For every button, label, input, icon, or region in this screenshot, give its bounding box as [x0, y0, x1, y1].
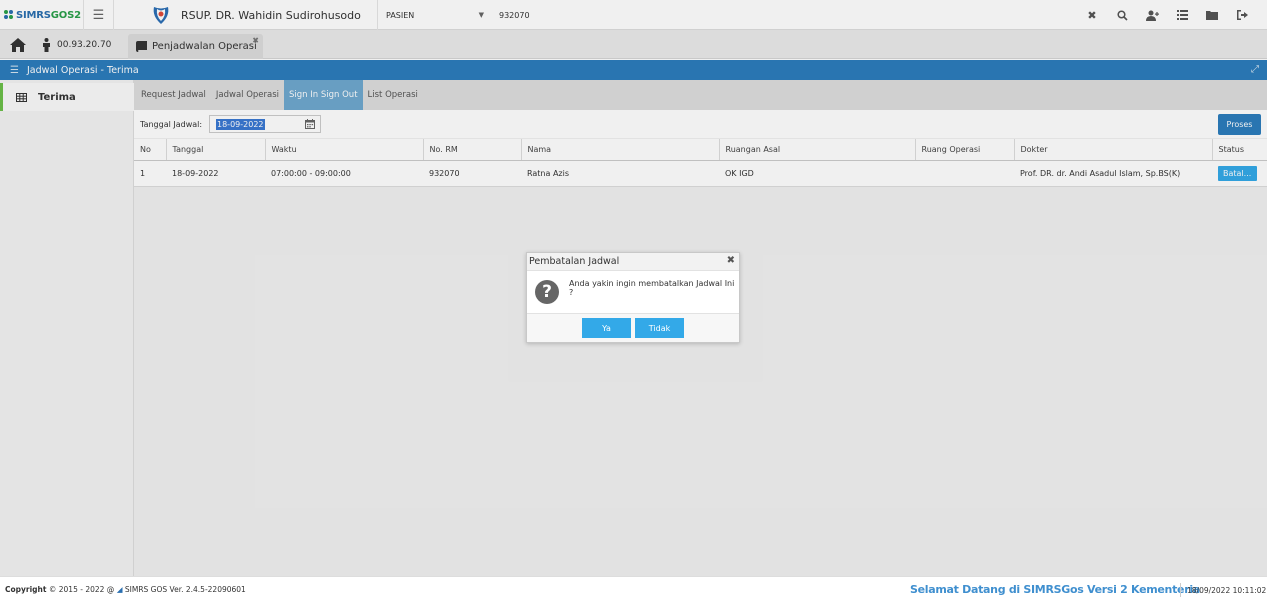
- dialog-footer: Ya Tidak: [527, 314, 739, 342]
- no-button[interactable]: Tidak: [635, 318, 684, 338]
- dialog-title: Pembatalan Jadwal: [529, 256, 620, 267]
- version-text: SIMRS GOS Ver. 2.4.5-22090601: [124, 585, 246, 594]
- close-icon[interactable]: ✖: [727, 255, 735, 266]
- copyright-text: Copyright © 2015 - 2022 @ ◢ SIMRS GOS Ve…: [5, 585, 246, 594]
- divider: [1180, 583, 1181, 597]
- copyright-years: 2015 - 2022 @: [58, 585, 115, 594]
- copyright-label: Copyright: [5, 585, 47, 594]
- cancel-schedule-dialog: Pembatalan Jadwal ✖ ? Anda yakin ingin m…: [526, 252, 740, 343]
- yes-button[interactable]: Ya: [582, 318, 631, 338]
- question-icon: ?: [535, 280, 559, 304]
- dialog-body: ? Anda yakin ingin membatalkan Jadwal In…: [527, 271, 739, 314]
- copyright-icon: ©: [48, 585, 57, 594]
- small-logo-icon: ◢: [116, 585, 123, 594]
- welcome-marquee: Selamat Datang di SIMRSGos Versi 2 Kemen…: [910, 583, 1200, 596]
- footer: Copyright © 2015 - 2022 @ ◢ SIMRS GOS Ve…: [0, 576, 1267, 601]
- clock-datetime: 18/09/2022 10:11:02: [1187, 586, 1267, 595]
- dialog-header: Pembatalan Jadwal ✖: [527, 253, 739, 271]
- dialog-message: Anda yakin ingin membatalkan Jadwal Ini …: [569, 279, 735, 297]
